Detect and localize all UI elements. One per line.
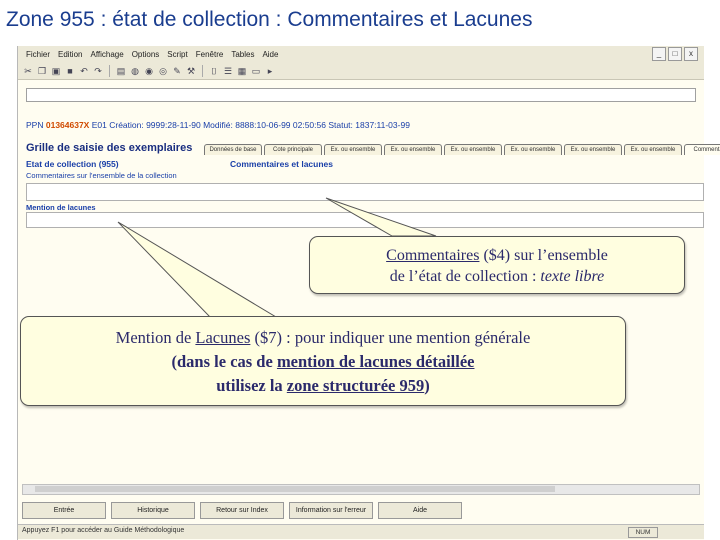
- callout2-text1: Mention de: [115, 328, 196, 347]
- callout1-pointer: [325, 197, 437, 237]
- callout2-text4: utilisez la: [216, 376, 287, 395]
- callout2-line2: (dans le cas de mention de lacunes détai…: [21, 350, 625, 374]
- callout2-line3: utilisez la zone structurée 959): [21, 374, 625, 398]
- callout-commentaires: Commentaires ($4) sur l’ensemble de l’ét…: [309, 236, 685, 294]
- callout1-keyword: Commentaires: [386, 247, 480, 264]
- callout-lacunes: Mention de Lacunes ($7) : pour indiquer …: [20, 316, 626, 406]
- callout1-italic: texte libre: [540, 268, 605, 285]
- callout2-keyword: Lacunes: [195, 328, 251, 347]
- callout1-line1: Commentaires ($4) sur l’ensemble: [310, 245, 684, 266]
- callout2-line1: Mention de Lacunes ($7) : pour indiquer …: [21, 326, 625, 350]
- callout2-pointer: [117, 221, 278, 318]
- callout1-text2: de l’état de collection :: [389, 268, 541, 285]
- callout2-text2: ($7) : pour indiquer une mention général…: [250, 328, 531, 347]
- callout1-text: ($4) sur l’ensemble: [479, 247, 608, 264]
- callout2-text5: ): [424, 376, 430, 395]
- callout2-text3: (dans le cas de: [171, 352, 277, 371]
- callout2-keyword2: mention de lacunes détaillée: [276, 352, 475, 371]
- callout1-line2: de l’état de collection : texte libre: [310, 266, 684, 287]
- callout2-keyword3: zone structurée 959: [286, 376, 425, 395]
